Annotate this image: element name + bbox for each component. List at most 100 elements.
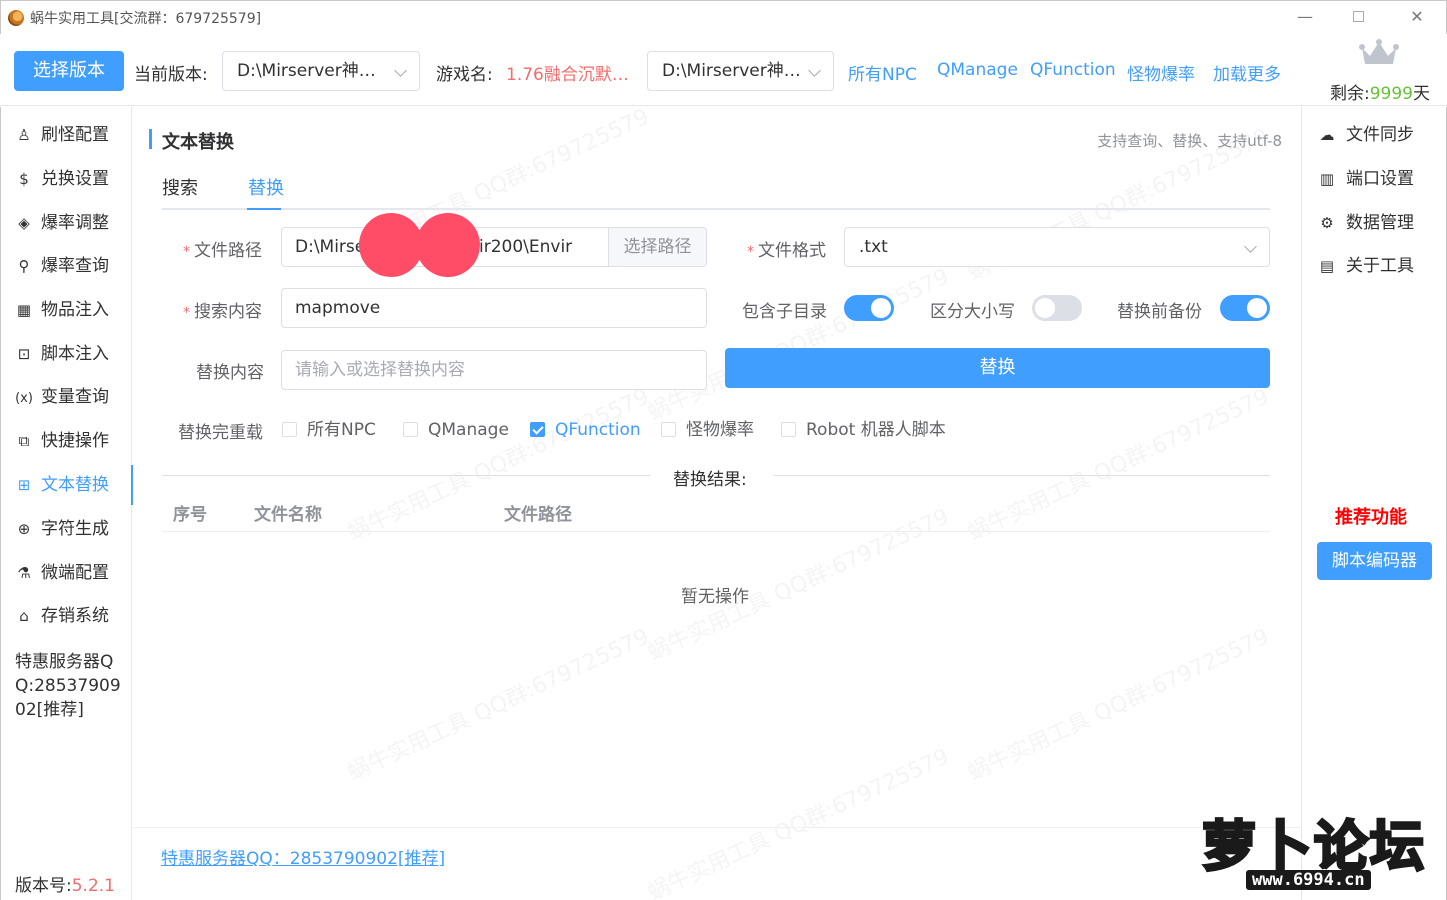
version-info: 版本号:5.2.1 [15, 871, 115, 896]
sidebar-item-char-generate[interactable]: ⊕ 字符生成 [1, 509, 132, 549]
case-sensitive-switch[interactable] [1032, 295, 1082, 321]
search-content-label: * 搜索内容 [183, 302, 262, 322]
remain-days-value: 9999 [1369, 84, 1413, 104]
data-management-item[interactable]: ⚙ 数据管理 [1316, 203, 1414, 243]
link-all-npc[interactable]: 所有NPC [848, 60, 917, 85]
dollar-icon: $ [19, 170, 29, 188]
sidebar-item-label: 字符生成 [41, 519, 109, 539]
file-path-label-text: 文件路径 [194, 241, 262, 261]
reload-all-npc-checkbox[interactable]: 所有NPC [282, 420, 376, 440]
code-icon: ⊡ [17, 345, 31, 363]
chevron-down-icon [394, 64, 407, 77]
case-sensitive-label: 区分大小写 [930, 302, 1015, 322]
about-tool-item[interactable]: ▤ 关于工具 [1316, 246, 1414, 286]
table-header-file-name: 文件名称 [254, 505, 322, 525]
left-sidebar: ♙ 刷怪配置 $ 兑换设置 ◈ 爆率调整 ⚲ 爆率查询 ▦ 物品注入 ⊡ 脚本注入 (x) 变… [0, 107, 133, 900]
sidebar-item-variable-query[interactable]: (x) 变量查询 [1, 377, 132, 417]
file-path-left-text: D:\Mirse [295, 237, 366, 257]
reload-monster-drop-checkbox[interactable]: 怪物爆率 [661, 420, 754, 440]
sidebar-item-sales-system[interactable]: ⌂ 存销系统 [1, 596, 132, 636]
include-subdir-switch[interactable] [844, 295, 894, 321]
promo-server-link[interactable]: 特惠服务器QQ：2853790902[推荐] [161, 844, 445, 869]
sidebar-item-microclient-config[interactable]: ⚗ 微端配置 [1, 553, 132, 593]
section-title: 文本替换 [162, 132, 234, 153]
sidebar-item-text-replace[interactable]: ⊞ 文本替换 [1, 465, 133, 505]
tab-replace[interactable]: 替换 [248, 174, 284, 200]
search-content-value: mapmove [295, 298, 381, 318]
table-header-index: 序号 [173, 505, 207, 525]
reload-after-replace-label: 替换完重载 [178, 423, 263, 443]
checkbox-label: Robot 机器人脚本 [806, 420, 946, 440]
watermark: 蜗牛实用工具 QQ群:679725579 [962, 379, 1274, 547]
checkbox-label: QFunction [555, 420, 641, 440]
sidebar-item-label: 物品注入 [41, 300, 109, 320]
minimize-icon[interactable]: — [1293, 7, 1317, 29]
sidebar-item-exchange-settings[interactable]: $ 兑换设置 [1, 159, 132, 199]
backup-switch[interactable] [1220, 295, 1270, 321]
tab-search[interactable]: 搜索 [162, 174, 198, 200]
link-monster-drop[interactable]: 怪物爆率 [1127, 60, 1195, 85]
checkbox-box [282, 422, 297, 437]
file-format-select[interactable]: .txt [844, 227, 1270, 267]
sidebar-item-spawn-config[interactable]: ♙ 刷怪配置 [1, 115, 132, 155]
link-qfunction[interactable]: QFunction [1030, 60, 1116, 80]
maximize-icon[interactable] [1346, 7, 1370, 29]
search-content-input[interactable]: mapmove [281, 288, 707, 328]
file-format-label-text: 文件格式 [758, 241, 826, 261]
reload-robot-script-checkbox[interactable]: Robot 机器人脚本 [781, 420, 946, 440]
logo-url-text: www.6994.cn [1246, 870, 1371, 890]
backup-label: 替换前备份 [1117, 302, 1202, 322]
shop-icon: ⌂ [19, 607, 29, 625]
checkbox-box [661, 422, 676, 437]
right-sidebar: ☁ 文件同步 ▥ 端口设置 ⚙ 数据管理 ▤ 关于工具 推荐功能 脚本编码器 [1301, 107, 1447, 900]
top-toolbar: 选择版本 当前版本: D:\Mirserver神… 游戏名: 1.76融合沉默…… [0, 34, 1447, 106]
connection-icon: ⊞ [17, 476, 31, 494]
sidebar-item-script-inject[interactable]: ⊡ 脚本注入 [1, 334, 132, 374]
link-load-more[interactable]: 加载更多 [1213, 60, 1281, 85]
choose-path-button[interactable]: 选择路径 [608, 228, 706, 266]
sidebar-item-label: 变量查询 [41, 387, 109, 407]
gear-icon: ⚙ [1320, 214, 1334, 232]
watermark: 蜗牛实用工具 QQ群:679725579 [962, 619, 1274, 787]
port-settings-item[interactable]: ▥ 端口设置 [1316, 159, 1414, 199]
reload-qmanage-checkbox[interactable]: QManage [403, 420, 509, 440]
main-panel: 蜗牛实用工具 QQ群:679725579 蜗牛实用工具 QQ群:67972557… [133, 104, 1301, 900]
tab-active-indicator [247, 208, 281, 210]
current-version-select[interactable]: D:\Mirserver神… [222, 51, 420, 91]
right-item-label: 文件同步 [1346, 125, 1414, 145]
replace-content-input[interactable]: 请输入或选择替换内容 [281, 350, 707, 390]
sidebar-item-drop-adjust[interactable]: ◈ 爆率调整 [1, 203, 132, 243]
script-encoder-button[interactable]: 脚本编码器 [1317, 542, 1432, 580]
bottom-bar: 特惠服务器QQ：2853790902[推荐] [133, 827, 1301, 900]
file-sync-item[interactable]: ☁ 文件同步 [1316, 115, 1415, 155]
link-qmanage[interactable]: QManage [937, 60, 1018, 80]
search-content-label-text: 搜索内容 [194, 302, 262, 322]
sidebar-item-drop-query[interactable]: ⚲ 爆率查询 [1, 246, 132, 286]
file-format-label: * 文件格式 [747, 241, 826, 261]
reload-qfunction-checkbox[interactable]: QFunction [530, 420, 641, 440]
search-icon: ⚲ [18, 257, 30, 275]
switch-knob [1035, 298, 1055, 318]
redaction-mark [416, 213, 480, 277]
close-icon[interactable]: ✕ [1405, 7, 1429, 29]
site-logo: 萝卜论坛 www.6994.cn [1196, 800, 1436, 896]
current-version-value: D:\Mirserver神… [237, 61, 376, 81]
sidebar-item-label: 兑换设置 [41, 169, 109, 189]
section-accent-bar [149, 129, 152, 149]
redaction-mark [359, 213, 423, 277]
replace-button[interactable]: 替换 [725, 348, 1270, 388]
sidebar-item-quick-actions[interactable]: ⧉ 快捷操作 [1, 421, 132, 461]
file-path-input[interactable]: D:\Mirse ir200\Envir 选择路径 [281, 227, 707, 267]
table-header-file-path: 文件路径 [504, 505, 572, 525]
sidebar-item-item-inject[interactable]: ▦ 物品注入 [1, 290, 132, 330]
promo-text: 特惠服务器QQ:2853790902[推荐] [15, 652, 121, 720]
port-icon: ▥ [1319, 170, 1335, 188]
divider-line [162, 475, 650, 476]
checkbox-label: 怪物爆率 [686, 420, 754, 440]
server-path-select[interactable]: D:\Mirserver神… [647, 51, 834, 91]
divider-line [773, 475, 1270, 476]
sidebar-item-label: 爆率查询 [41, 256, 109, 276]
select-version-button[interactable]: 选择版本 [14, 51, 124, 91]
replace-content-placeholder: 请输入或选择替换内容 [295, 360, 465, 380]
include-subdir-label: 包含子目录 [742, 302, 827, 322]
